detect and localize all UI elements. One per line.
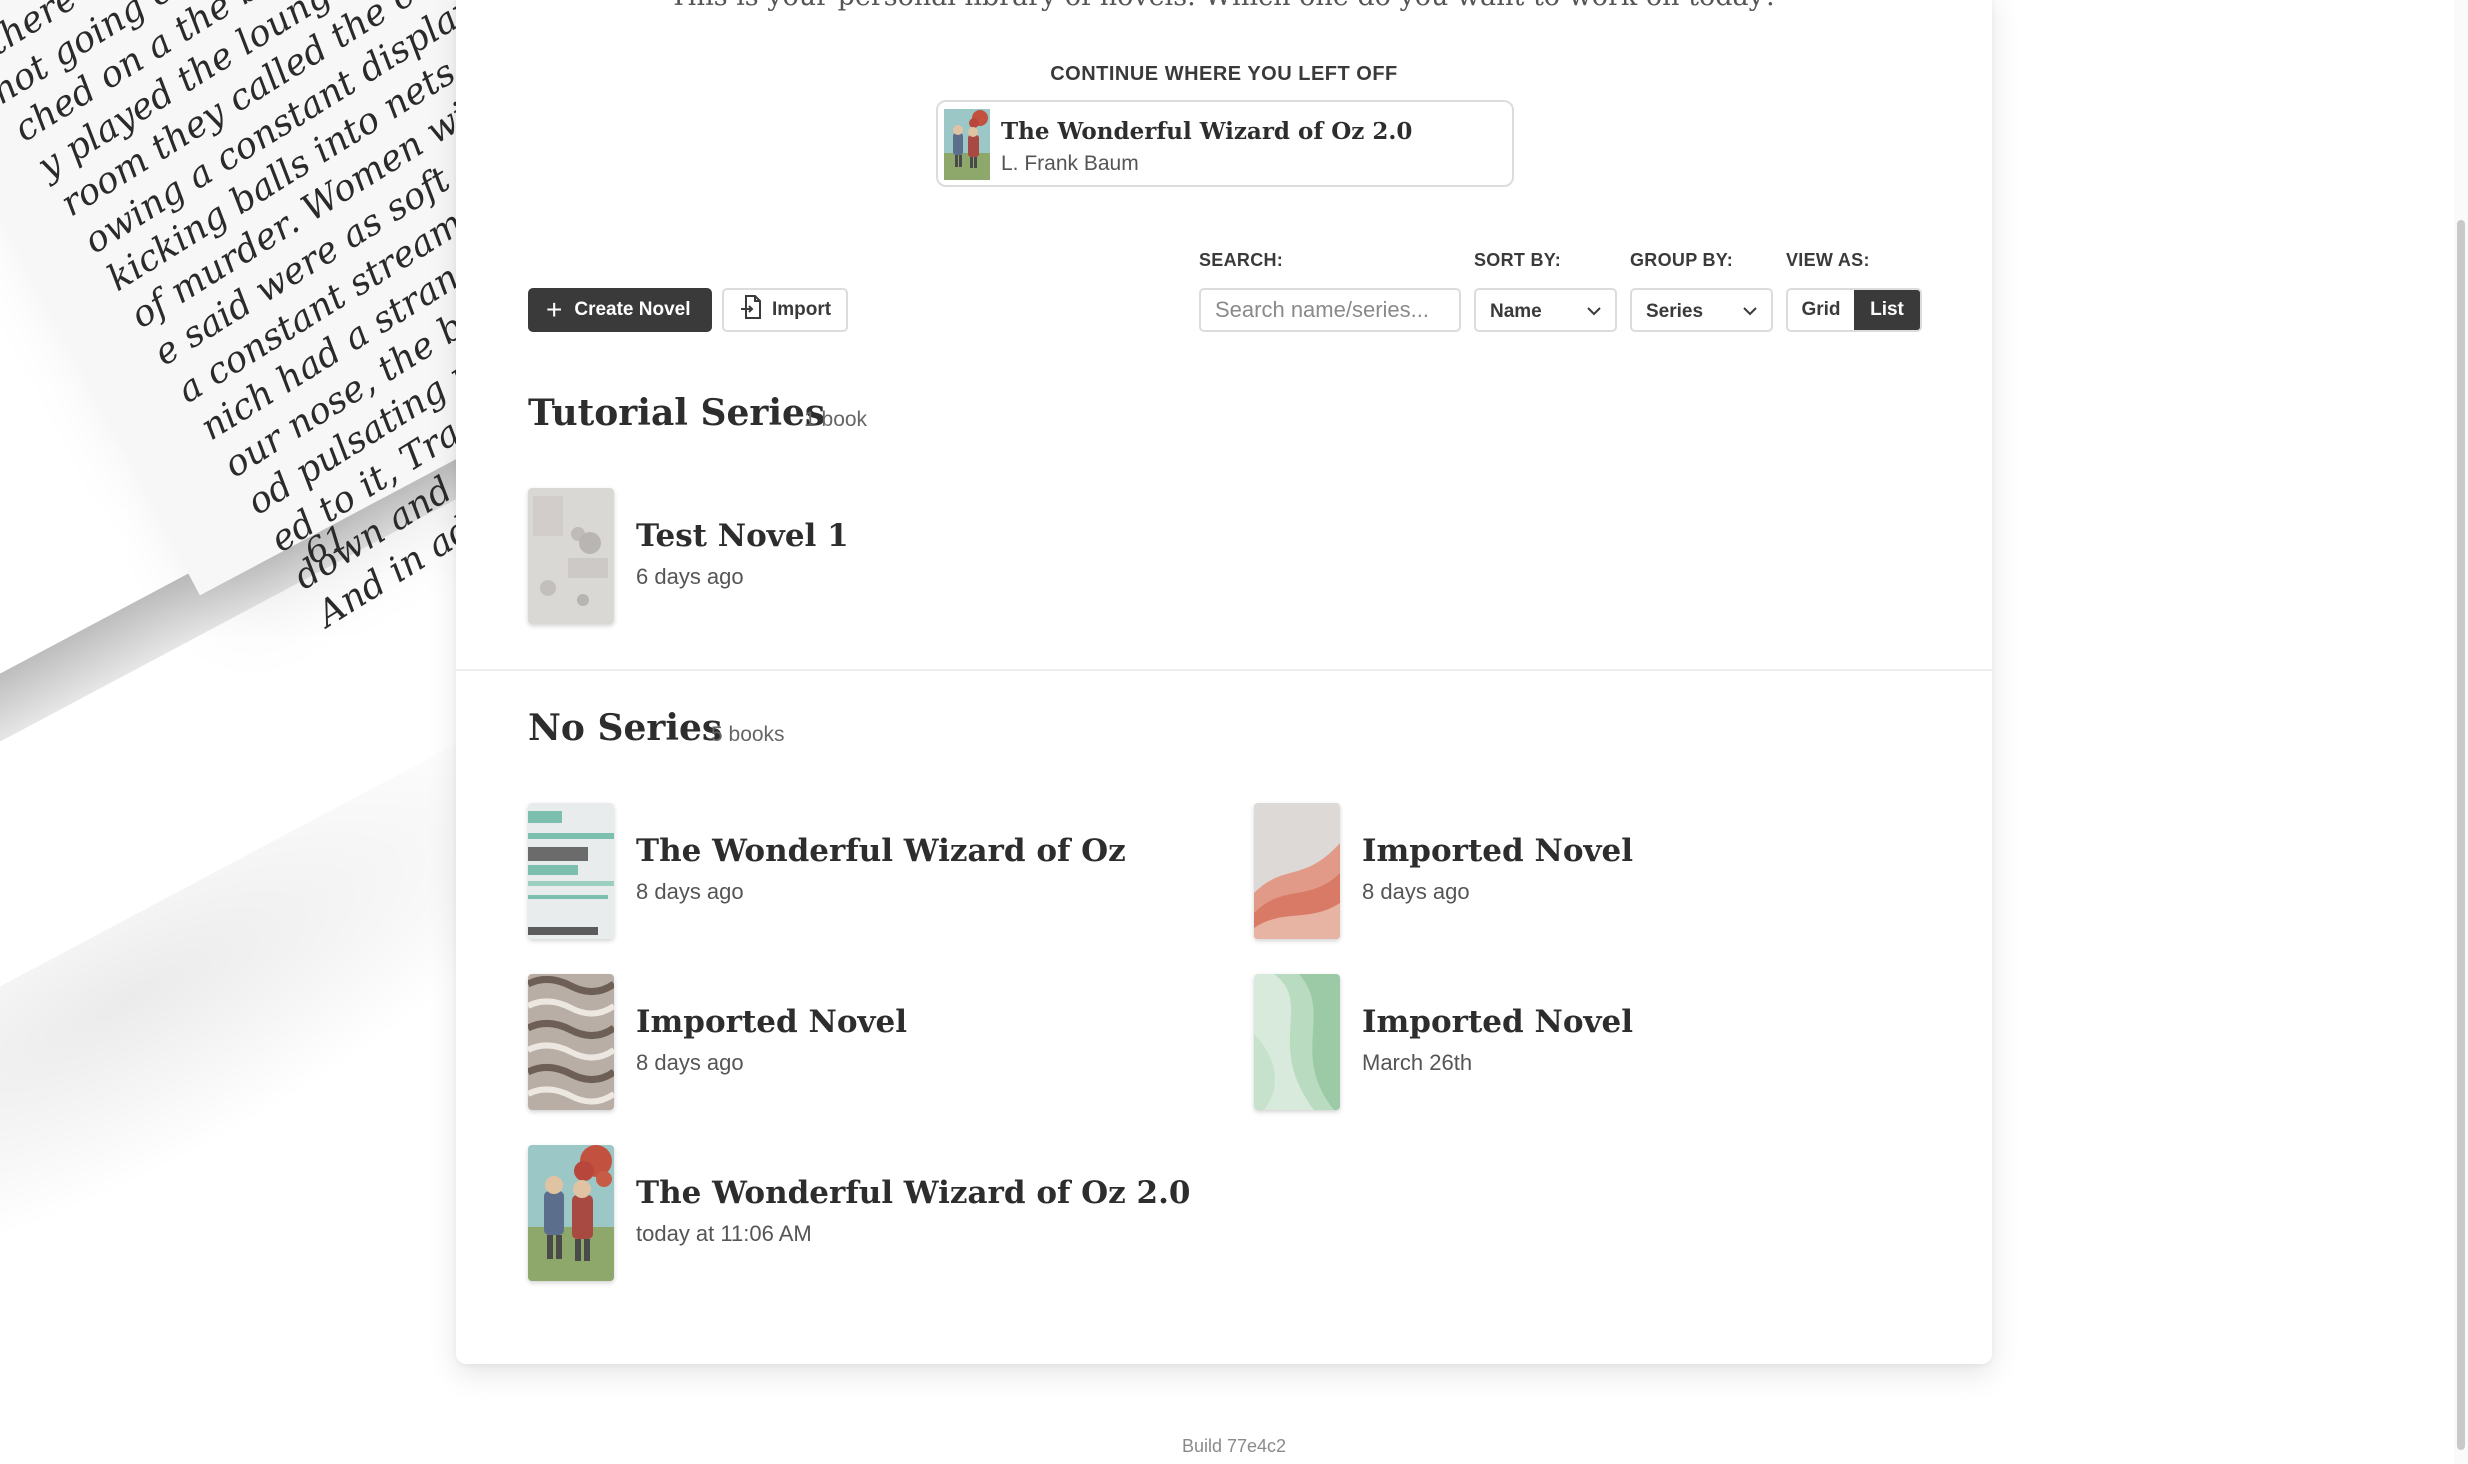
continue-heading: CONTINUE WHERE YOU LEFT OFF [1050, 63, 1398, 85]
welcome-text: This is your personal library of novels.… [456, 0, 1992, 12]
group-label: GROUP BY: [1630, 250, 1734, 270]
section-count: 1 book [804, 408, 868, 431]
book-date: 6 days ago [636, 564, 744, 589]
page-scrollbar[interactable] [2454, 0, 2468, 1464]
build-version: Build 77e4c2 [1181, 1436, 1287, 1456]
book-item[interactable]: The Wonderful Wizard of Oz 2.0 today at … [528, 1145, 1190, 1281]
book-date: March 26th [1362, 1050, 1473, 1075]
book-date: today at 11:06 AM [636, 1221, 812, 1246]
book-cover [1254, 974, 1340, 1110]
book-item[interactable]: The Wonderful Wizard of Oz 8 days ago [528, 803, 1168, 939]
book-title: Imported Novel [1362, 833, 1634, 869]
view-grid-option[interactable]: Grid [1788, 290, 1854, 330]
book-item[interactable]: Imported Novel 8 days ago [1254, 803, 1754, 939]
chevron-down-icon [1585, 302, 1603, 326]
continue-book-title: The Wonderful Wizard of Oz 2.0 [1001, 118, 1413, 145]
book-cover [528, 803, 614, 939]
import-file-icon [740, 294, 762, 326]
scrollbar-thumb[interactable] [2457, 220, 2465, 1450]
create-novel-button[interactable]: + Create Novel [528, 288, 712, 332]
group-select[interactable]: Series [1630, 288, 1773, 332]
search-input[interactable] [1199, 288, 1461, 332]
section-divider [456, 669, 1992, 671]
library-panel: This is your personal library of novels.… [456, 0, 1992, 1364]
book-cover [528, 1145, 614, 1281]
sort-label: SORT BY: [1474, 250, 1562, 270]
sort-select[interactable]: Name [1474, 288, 1617, 332]
chevron-down-icon [1741, 302, 1759, 326]
book-cover [528, 974, 614, 1110]
section-title: Tutorial Series [528, 392, 826, 434]
book-cover [528, 488, 614, 624]
book-title: Test Novel 1 [636, 518, 849, 554]
section-title: No Series [528, 707, 723, 749]
continue-book-cover [944, 109, 990, 180]
book-item[interactable]: Imported Novel March 26th [1254, 974, 1754, 1110]
search-label: SEARCH: [1199, 250, 1284, 270]
book-date: 8 days ago [636, 879, 744, 904]
book-cover [1254, 803, 1340, 939]
import-label: Import [772, 299, 832, 320]
view-toggle: Grid List [1786, 288, 1922, 332]
book-item[interactable]: Test Novel 1 6 days ago [528, 488, 928, 624]
import-button[interactable]: Import [722, 288, 848, 332]
book-date: 8 days ago [1362, 879, 1470, 904]
sort-value: Name [1490, 301, 1542, 322]
create-novel-label: Create Novel [574, 299, 691, 320]
book-title: The Wonderful Wizard of Oz 2.0 [636, 1175, 1191, 1211]
view-label: VIEW AS: [1786, 250, 1870, 270]
continue-book-card[interactable]: The Wonderful Wizard of Oz 2.0 L. Frank … [936, 100, 1514, 187]
view-list-option[interactable]: List [1854, 290, 1920, 330]
plus-icon: + [546, 294, 563, 325]
book-item[interactable]: Imported Novel 8 days ago [528, 974, 1028, 1110]
book-title: The Wonderful Wizard of Oz [636, 833, 1126, 869]
book-title: Imported Novel [1362, 1004, 1634, 1040]
continue-book-author: L. Frank Baum [1001, 152, 1139, 175]
section-count: 5 books [711, 723, 785, 746]
book-title: Imported Novel [636, 1004, 908, 1040]
group-value: Series [1646, 301, 1704, 322]
book-date: 8 days ago [636, 1050, 744, 1075]
